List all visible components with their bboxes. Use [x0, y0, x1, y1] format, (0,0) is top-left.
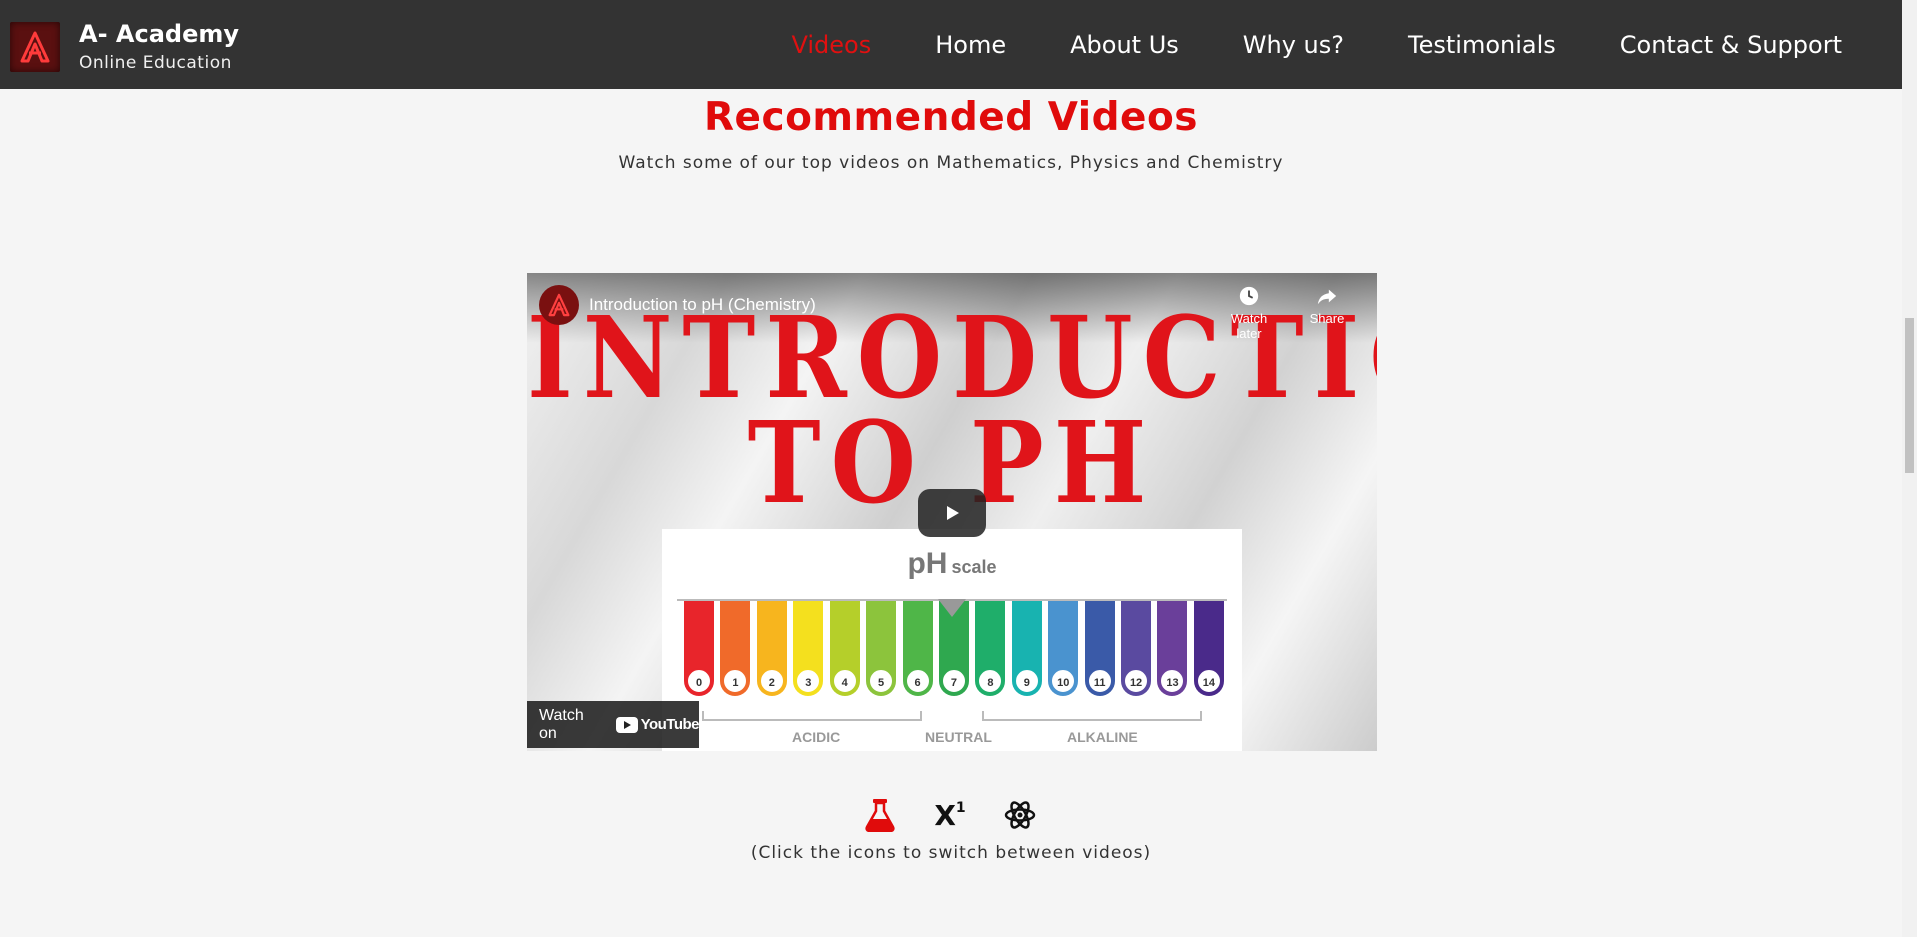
ph-bar-number: 5: [868, 668, 895, 694]
nav-contact-support[interactable]: Contact & Support: [1620, 31, 1842, 59]
watch-later-button[interactable]: Watch later: [1219, 285, 1279, 341]
watch-on-youtube-button[interactable]: Watch on YouTube: [527, 701, 700, 748]
ph-bar-number: 1: [722, 668, 749, 694]
ph-bar-number: 7: [940, 668, 967, 694]
alkaline-bracket: [982, 711, 1202, 721]
ph-bar-6: 6: [902, 601, 933, 696]
ph-neutral-marker: [938, 599, 966, 617]
ph-bar-number: 6: [904, 668, 931, 694]
nav-videos[interactable]: Videos: [792, 31, 872, 59]
scrollbar-thumb[interactable]: [1905, 318, 1914, 473]
ph-bar-number: 0: [686, 668, 712, 694]
brand-title: A- Academy: [79, 20, 239, 48]
youtube-logo: YouTube: [615, 716, 700, 733]
clock-icon: [1239, 286, 1259, 306]
ph-bar-10: 10: [1048, 601, 1079, 696]
ph-bar-8: 8: [975, 601, 1006, 696]
share-label: Share: [1309, 311, 1345, 326]
youtube-play-mark-icon: [615, 716, 638, 733]
ph-bar-number: 3: [795, 668, 822, 694]
share-button[interactable]: Share: [1297, 285, 1357, 326]
ph-bar-number: 8: [977, 668, 1004, 694]
main-nav: Videos Home About Us Why us? Testimonial…: [728, 0, 1843, 89]
page-scrollbar[interactable]: [1902, 0, 1917, 937]
ph-bar-number: 10: [1050, 668, 1077, 694]
nav-why-us[interactable]: Why us?: [1243, 31, 1344, 59]
ph-label-acidic: ACIDIC: [792, 729, 841, 745]
ph-bar-1: 1: [720, 601, 751, 696]
atom-icon[interactable]: [1000, 795, 1040, 835]
ph-bar-0: 0: [684, 601, 714, 696]
watch-on-label: Watch on: [539, 706, 584, 742]
ph-bar-9: 9: [1011, 601, 1042, 696]
ph-bar-2: 2: [756, 601, 787, 696]
superscript-exponent: 1: [955, 800, 966, 816]
academy-logo: [10, 22, 60, 72]
ph-bar-number: 12: [1123, 668, 1150, 694]
ph-bar-13: 13: [1157, 601, 1188, 696]
top-navbar: A- Academy Online Education Videos Home …: [0, 0, 1902, 89]
play-button[interactable]: [918, 489, 986, 537]
video-title-link[interactable]: Introduction to pH (Chemistry): [589, 295, 816, 315]
channel-avatar[interactable]: [539, 285, 579, 325]
ph-bar-number: 14: [1195, 668, 1222, 694]
ph-bar-number: 9: [1013, 668, 1040, 694]
ph-bar-number: 2: [758, 668, 785, 694]
channel-logo-icon: [548, 293, 570, 317]
ph-label-alkaline: ALKALINE: [1067, 729, 1138, 745]
brand[interactable]: A- Academy Online Education: [10, 19, 239, 75]
ph-bar-14: 14: [1193, 601, 1224, 696]
section-title: Recommended Videos: [704, 95, 1198, 140]
ph-bar-11: 11: [1084, 601, 1115, 696]
brand-subtitle: Online Education: [79, 53, 232, 73]
ph-heading-small: scale: [951, 557, 997, 577]
ph-bar-5: 5: [866, 601, 897, 696]
share-icon: [1317, 289, 1337, 305]
superscript-base: X: [934, 798, 956, 832]
nav-about-us[interactable]: About Us: [1070, 31, 1179, 59]
nav-testimonials[interactable]: Testimonials: [1408, 31, 1556, 59]
ph-scale-heading: pH scale: [662, 547, 1242, 581]
video-switcher: X1: [860, 795, 1040, 835]
nav-home[interactable]: Home: [935, 31, 1006, 59]
play-icon: [947, 506, 959, 520]
logo-a-glyph: [20, 31, 50, 63]
ph-bar-number: 11: [1086, 668, 1113, 694]
video-embed[interactable]: INTRODUCTION TO PH pHscale 0123456789101…: [527, 273, 1377, 751]
switcher-hint: (Click the icons to switch between video…: [750, 843, 1152, 863]
ph-bar-number: 13: [1159, 668, 1186, 694]
watch-later-label: Watch later: [1230, 311, 1268, 341]
flask-icon[interactable]: [860, 795, 900, 835]
section-subtitle: Watch some of our top videos on Mathemat…: [618, 153, 1284, 173]
ph-heading-big: pH: [907, 547, 948, 580]
ph-label-neutral: NEUTRAL: [925, 729, 992, 745]
ph-bar-number: 4: [831, 668, 858, 694]
superscript-icon[interactable]: X1: [930, 795, 970, 835]
ph-bar-12: 12: [1121, 601, 1152, 696]
ph-bar-3: 3: [793, 601, 824, 696]
ph-bar-4: 4: [829, 601, 860, 696]
youtube-wordmark: YouTube: [640, 716, 700, 733]
ph-scale-graphic: pH scale 0 1 2 3 4 5 6 7 8 9 10 11 12 13 14 ACIDIC NEUT…: [662, 529, 1242, 751]
acidic-bracket: [702, 711, 922, 721]
